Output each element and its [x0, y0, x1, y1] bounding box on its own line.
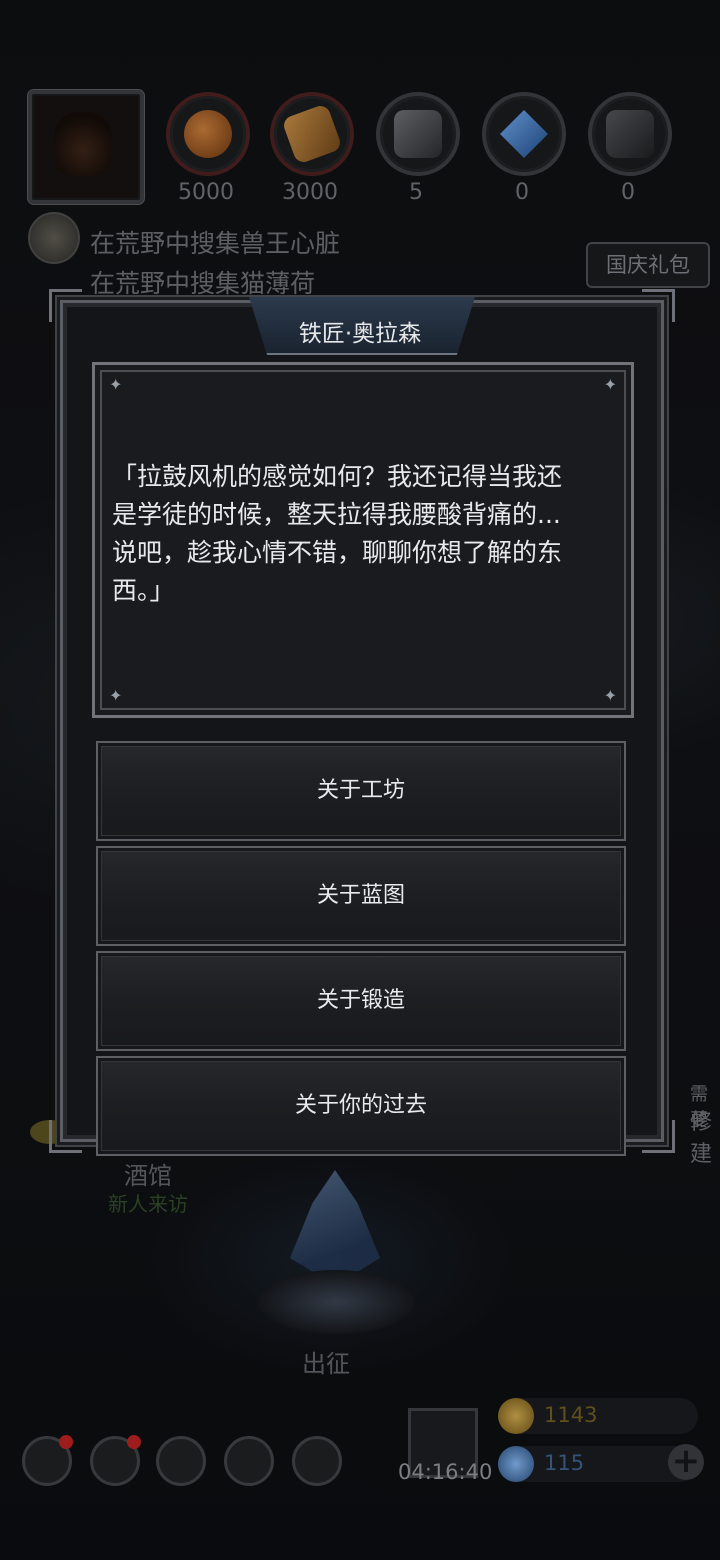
option-blueprint-button[interactable]: 关于蓝图 [96, 846, 626, 946]
corner-ornament [642, 1120, 675, 1153]
sparkle-icon: ✦ [109, 686, 123, 705]
option-workshop-button[interactable]: 关于工坊 [96, 741, 626, 841]
option-forging-button[interactable]: 关于锻造 [96, 951, 626, 1051]
option-past-button[interactable]: 关于你的过去 [96, 1056, 626, 1156]
sparkle-icon: ✦ [603, 375, 617, 394]
corner-ornament [49, 1120, 82, 1153]
npc-speech: 「拉鼓风机的感觉如何？我还记得当我还 是学徒的时候，整天拉得我腰酸背痛的... … [112, 462, 563, 605]
sparkle-icon: ✦ [603, 686, 617, 705]
sparkle-icon: ✦ [109, 375, 123, 394]
npc-name-title: 铁匠·奥拉森 [298, 321, 422, 347]
